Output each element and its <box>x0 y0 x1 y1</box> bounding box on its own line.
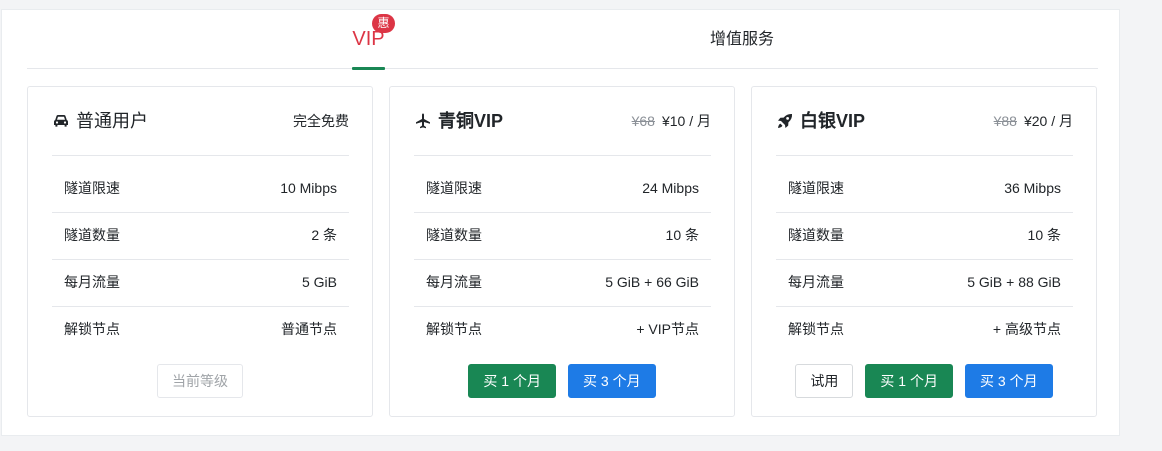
feature-key: 隧道限速 <box>64 180 120 196</box>
feature-row: 每月流量 5 GiB + 66 GiB <box>414 260 711 307</box>
card-header: 青铜VIP ¥68 ¥10 / 月 <box>414 87 711 156</box>
feature-value: 5 GiB <box>301 274 337 290</box>
feature-row: 隧道数量 10 条 <box>414 213 711 260</box>
feature-key: 隧道数量 <box>426 227 482 243</box>
feature-value: + 高级节点 <box>992 321 1061 337</box>
discount-badge: 惠 <box>372 14 395 33</box>
free-label: 完全免费 <box>293 113 349 129</box>
feature-row: 隧道限速 10 Mibps <box>52 166 349 213</box>
original-price: ¥68 <box>631 113 655 129</box>
feature-row: 隧道数量 2 条 <box>52 213 349 260</box>
plan-price: 完全免费 <box>293 112 349 130</box>
feature-key: 解锁节点 <box>426 321 482 337</box>
tab-bar: VIP 惠 增值服务 <box>27 10 1098 70</box>
plan-name: 白银VIP <box>800 111 866 131</box>
feature-value: + VIP节点 <box>636 321 699 337</box>
plan-card-free: 普通用户 完全免费 隧道限速 10 Mibps 隧道数量 2 条 每月流量 5 GiB… <box>27 86 373 417</box>
original-price: ¥88 <box>993 113 1017 129</box>
feature-row: 隧道限速 36 Mibps <box>776 166 1073 213</box>
feature-key: 隧道限速 <box>788 180 844 196</box>
feature-key: 每月流量 <box>64 274 120 290</box>
feature-value: 10 条 <box>1027 227 1061 243</box>
plan-card-bronze: 青铜VIP ¥68 ¥10 / 月 隧道限速 24 Mibps 隧道数量 10 条 … <box>389 86 735 417</box>
active-tab-indicator <box>352 67 385 70</box>
plan-title: 青铜VIP <box>414 109 503 133</box>
feature-key: 每月流量 <box>788 274 844 290</box>
card-actions: 买 1 个月买 3 个月 <box>390 364 734 398</box>
feature-key: 隧道数量 <box>64 227 120 243</box>
buy-3-months-button[interactable]: 买 3 个月 <box>568 364 656 398</box>
buy-3-months-button[interactable]: 买 3 个月 <box>965 364 1053 398</box>
tab-value-added-service[interactable]: 增值服务 <box>697 10 787 69</box>
plan-price: ¥88 ¥20 / 月 <box>994 112 1073 130</box>
plan-title: 白银VIP <box>776 109 865 133</box>
feature-row: 解锁节点 普通节点 <box>52 307 349 354</box>
feature-value: 10 Mibps <box>280 180 337 196</box>
feature-key: 隧道限速 <box>426 180 482 196</box>
feature-row: 隧道数量 10 条 <box>776 213 1073 260</box>
tab-service-label: 增值服务 <box>709 31 774 48</box>
feature-row: 每月流量 5 GiB <box>52 260 349 307</box>
plane-icon <box>414 112 432 130</box>
buy-1-month-button[interactable]: 买 1 个月 <box>865 364 953 398</box>
card-header: 普通用户 完全免费 <box>52 87 349 156</box>
feature-row: 隧道限速 24 Mibps <box>414 166 711 213</box>
current-price: ¥10 / 月 <box>661 113 711 129</box>
feature-row: 解锁节点 + 高级节点 <box>776 307 1073 354</box>
feature-key: 解锁节点 <box>788 321 844 337</box>
card-actions: 当前等级 <box>28 364 372 398</box>
plan-price: ¥68 ¥10 / 月 <box>632 112 711 130</box>
plan-title: 普通用户 <box>52 109 148 133</box>
plan-card-silver: 白银VIP ¥88 ¥20 / 月 隧道限速 36 Mibps 隧道数量 10 条 … <box>751 86 1097 417</box>
feature-value: 普通节点 <box>281 321 337 337</box>
feature-key: 每月流量 <box>426 274 482 290</box>
feature-row: 解锁节点 + VIP节点 <box>414 307 711 354</box>
plan-name: 普通用户 <box>76 111 148 131</box>
card-header: 白银VIP ¥88 ¥20 / 月 <box>776 87 1073 156</box>
rocket-icon <box>776 112 794 130</box>
feature-value: 10 条 <box>665 227 699 243</box>
plan-features: 隧道限速 36 Mibps 隧道数量 10 条 每月流量 5 GiB + 88 GiB… <box>776 166 1073 354</box>
feature-key: 隧道数量 <box>788 227 844 243</box>
pricing-panel: VIP 惠 增值服务 普通用户 完全免费 隧道限速 10 Mibps 隧道数量 2 … <box>1 9 1120 436</box>
card-actions: 试用买 1 个月买 3 个月 <box>752 364 1096 398</box>
buy-1-month-button[interactable]: 买 1 个月 <box>468 364 556 398</box>
feature-value: 24 Mibps <box>642 180 699 196</box>
feature-value: 36 Mibps <box>1004 180 1061 196</box>
plan-features: 隧道限速 24 Mibps 隧道数量 10 条 每月流量 5 GiB + 66 GiB… <box>414 166 711 354</box>
car-icon <box>52 112 70 130</box>
feature-value: 5 GiB + 88 GiB <box>967 274 1061 290</box>
feature-key: 解锁节点 <box>64 321 120 337</box>
plan-name: 青铜VIP <box>438 111 504 131</box>
feature-value: 5 GiB + 66 GiB <box>605 274 699 290</box>
current-level-button: 当前等级 <box>157 364 243 398</box>
plan-features: 隧道限速 10 Mibps 隧道数量 2 条 每月流量 5 GiB 解锁节点 普通节点 <box>52 166 349 354</box>
feature-value: 2 条 <box>311 227 337 243</box>
feature-row: 每月流量 5 GiB + 88 GiB <box>776 260 1073 307</box>
current-price: ¥20 / 月 <box>1023 113 1073 129</box>
trial-button[interactable]: 试用 <box>795 364 854 398</box>
